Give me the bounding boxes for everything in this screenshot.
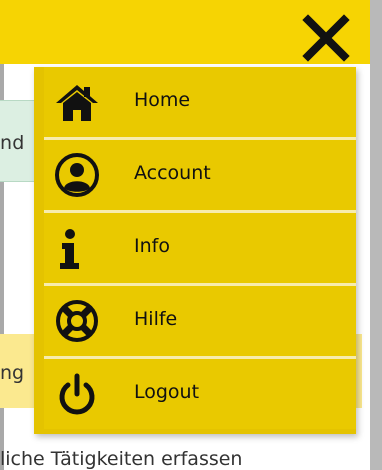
dropdown-menu: Home Account Info Hilfe Logout bbox=[34, 67, 356, 434]
menu-item-logout[interactable]: Logout bbox=[44, 359, 356, 429]
lifebuoy-icon bbox=[56, 300, 98, 342]
account-icon bbox=[55, 153, 99, 197]
green-field-text: nd bbox=[0, 132, 25, 154]
info-icon bbox=[60, 229, 79, 269]
menu-item-account[interactable]: Account bbox=[44, 140, 356, 210]
menu-item-label: Info bbox=[134, 235, 170, 257]
close-button[interactable] bbox=[302, 14, 350, 62]
menu-item-label: Hilfe bbox=[134, 308, 178, 330]
menu-item-label: Account bbox=[134, 162, 211, 184]
activity-text: liche Tätigkeiten erfassen bbox=[0, 448, 243, 470]
menu-item-info[interactable]: Info bbox=[44, 213, 356, 283]
close-icon bbox=[302, 14, 350, 62]
home-icon bbox=[56, 85, 98, 121]
menu-item-home[interactable]: Home bbox=[44, 67, 356, 137]
menu-item-label: Home bbox=[134, 89, 191, 111]
power-icon bbox=[59, 373, 95, 415]
menu-item-label: Logout bbox=[134, 381, 200, 403]
menu-item-hilfe[interactable]: Hilfe bbox=[44, 286, 356, 356]
yellow-field-text: ng bbox=[0, 362, 25, 384]
